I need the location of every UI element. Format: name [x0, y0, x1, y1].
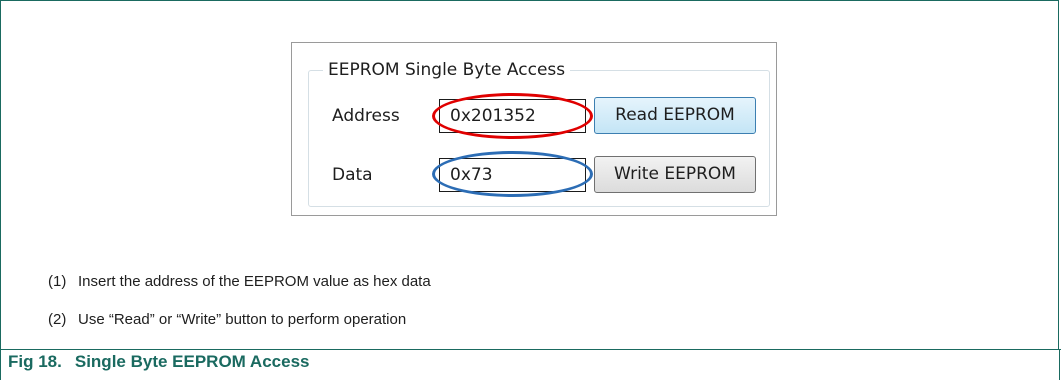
- address-label: Address: [332, 106, 400, 126]
- write-eeprom-button[interactable]: Write EEPROM: [594, 156, 756, 193]
- frame-left-edge: [0, 349, 1, 380]
- figure-number: Fig 18.: [8, 352, 62, 371]
- note-item-2: (2) Use “Read” or “Write” button to perfo…: [48, 310, 406, 330]
- groupbox-title: EEPROM Single Byte Access: [323, 59, 571, 81]
- note-number: (2): [48, 311, 67, 328]
- eeprom-screenshot-panel: EEPROM Single Byte Access Address 0x2013…: [291, 42, 777, 216]
- figure-title: Single Byte EEPROM Access: [74, 352, 310, 371]
- note-text: Use “Read” or “Write” button to perform …: [78, 311, 407, 328]
- note-text: Insert the address of the EEPROM value a…: [78, 273, 431, 290]
- note-item-1: (1) Insert the address of the EEPROM valu…: [48, 272, 431, 292]
- address-input[interactable]: 0x201352: [439, 99, 586, 133]
- data-label: Data: [332, 165, 373, 185]
- frame-right-edge: [1059, 349, 1060, 380]
- figure-caption: Fig 18. Single Byte EEPROM Access: [8, 351, 309, 373]
- note-number: (1): [48, 273, 67, 290]
- data-input[interactable]: 0x73: [439, 158, 586, 192]
- read-eeprom-button[interactable]: Read EEPROM: [594, 97, 756, 134]
- figure-divider: [0, 349, 1061, 350]
